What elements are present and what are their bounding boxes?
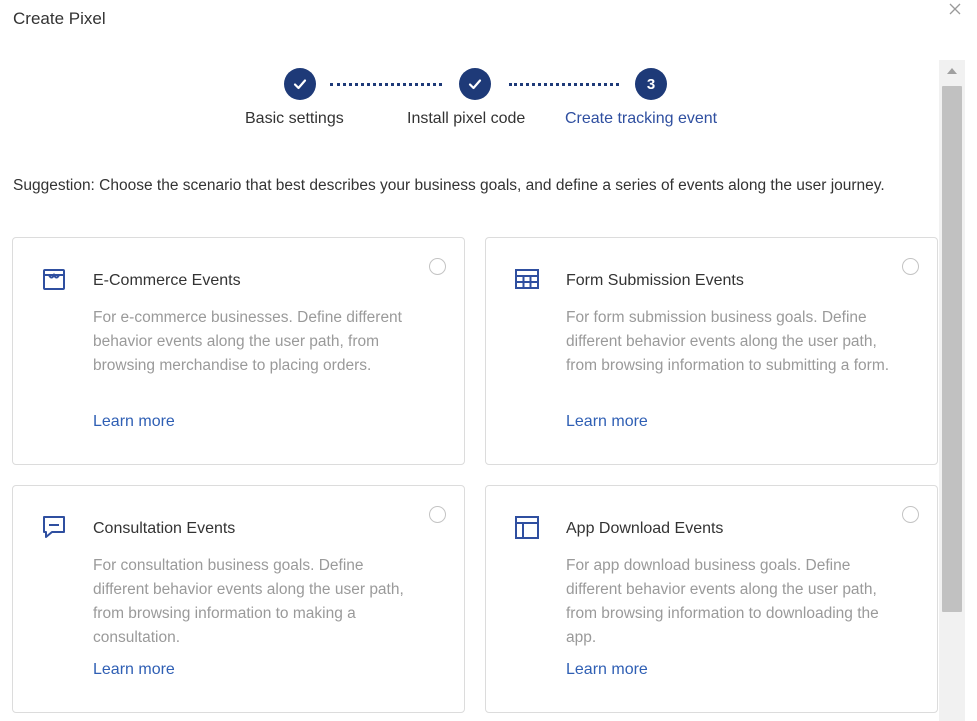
table-form-icon (514, 266, 540, 292)
card-description: For app download business goals. Define … (566, 557, 879, 646)
suggestion-text: Suggestion: Choose the scenario that bes… (13, 177, 885, 194)
card-form-submission-events[interactable]: Form Submission Events For form submissi… (485, 237, 938, 465)
card-title: E-Commerce Events (93, 272, 241, 289)
card-title: Form Submission Events (566, 272, 744, 289)
radio-button[interactable] (902, 258, 919, 275)
card-description: For form submission business goals. Defi… (566, 309, 890, 374)
learn-more-link[interactable]: Learn more (93, 661, 175, 679)
card-title: App Download Events (566, 520, 724, 537)
card-description: For e-commerce businesses. Define differ… (93, 309, 402, 374)
checkmark-icon (459, 68, 491, 100)
radio-button[interactable] (902, 506, 919, 523)
card-title: Consultation Events (93, 520, 236, 537)
card-consultation-events[interactable]: Consultation Events For consultation bus… (12, 485, 465, 713)
step-label-create-tracking-event: Create tracking event (565, 110, 718, 127)
card-description: For consultation business goals. Define … (93, 557, 404, 646)
chat-bubble-icon (41, 514, 67, 540)
storefront-icon (41, 266, 67, 292)
card-app-download-events[interactable]: App Download Events For app download bus… (485, 485, 938, 713)
step-label-install-pixel-code: Install pixel code (407, 110, 526, 127)
step-connector (509, 83, 619, 86)
vertical-scrollbar[interactable] (939, 60, 965, 721)
step-connector (330, 83, 442, 86)
stepper: 3 Basic settings Install pixel code Crea… (0, 68, 940, 138)
radio-button[interactable] (429, 506, 446, 523)
step-label-basic-settings: Basic settings (245, 110, 344, 127)
radio-button[interactable] (429, 258, 446, 275)
app-layout-icon (514, 514, 540, 540)
checkmark-icon (284, 68, 316, 100)
dialog-title: Create Pixel (13, 9, 106, 28)
step-number-badge: 3 (635, 68, 667, 100)
scroll-up-arrow-icon[interactable] (947, 68, 957, 74)
learn-more-link[interactable]: Learn more (566, 661, 648, 679)
learn-more-link[interactable]: Learn more (93, 413, 175, 431)
learn-more-link[interactable]: Learn more (566, 413, 648, 431)
card-ecommerce-events[interactable]: E-Commerce Events For e-commerce busines… (12, 237, 465, 465)
scrollbar-thumb[interactable] (942, 86, 962, 612)
close-icon[interactable] (946, 0, 964, 18)
